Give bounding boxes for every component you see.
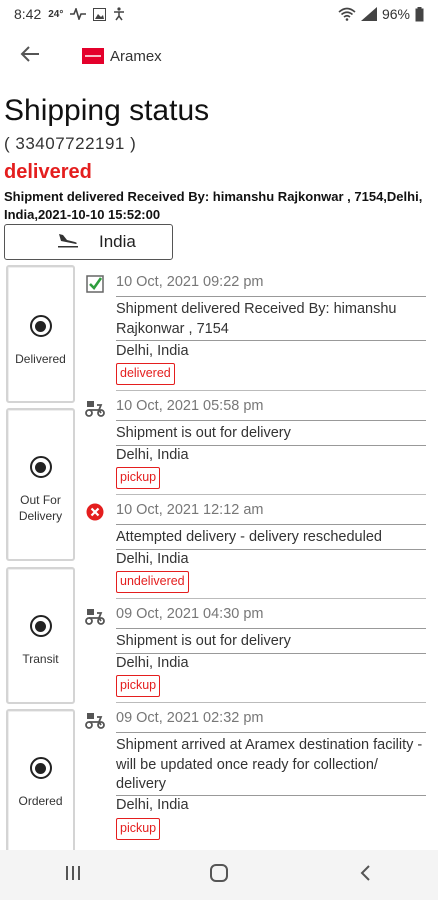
wifi-icon	[338, 7, 356, 21]
status-detail: Shipment delivered Received By: himanshu…	[4, 189, 423, 222]
back-button[interactable]	[8, 34, 52, 78]
event-location: Delhi, India	[116, 343, 189, 359]
error-x-icon	[84, 501, 106, 523]
event-description: Attempted delivery - delivery reschedule…	[116, 529, 382, 545]
battery-percent: 96%	[381, 6, 410, 22]
divider	[116, 653, 426, 654]
gallery-icon	[93, 7, 107, 21]
radio-icon	[29, 456, 52, 478]
step-label: Out For Delivery	[18, 493, 63, 523]
airplane-landing-icon	[57, 232, 79, 253]
destination-button[interactable]: India	[4, 224, 173, 260]
home-icon	[209, 863, 229, 888]
divider	[116, 702, 426, 703]
step-label: Ordered	[18, 794, 63, 808]
event-description: Shipment arrived at Aramex destination f…	[116, 737, 423, 792]
event-location: Delhi, India	[116, 551, 189, 567]
radio-icon	[29, 757, 52, 779]
step-delivered[interactable]: Delivered	[6, 265, 75, 403]
event-location: Delhi, India	[116, 655, 189, 671]
app-name: Aramex	[110, 47, 162, 65]
delivery-scooter-icon	[84, 397, 106, 419]
event-date: 10 Oct, 2021 09:22 pm	[116, 274, 264, 290]
radio-icon	[29, 615, 52, 637]
divider	[116, 390, 426, 391]
chevron-left-icon	[359, 864, 371, 887]
divider	[116, 732, 426, 733]
home-button[interactable]	[189, 855, 249, 895]
delivery-scooter-icon	[84, 605, 106, 627]
arrow-left-icon	[20, 45, 40, 68]
signal-icon	[360, 7, 377, 21]
recent-apps-icon	[64, 865, 82, 886]
divider	[116, 524, 426, 525]
divider	[116, 420, 426, 421]
event-description: Shipment delivered Received By: himanshu…	[116, 301, 397, 337]
event-date: 09 Oct, 2021 04:30 pm	[116, 606, 264, 622]
event-date: 09 Oct, 2021 02:32 pm	[116, 710, 264, 726]
status-bar: 8:42 24° 96%	[0, 0, 438, 28]
event-date: 10 Oct, 2021 12:12 am	[116, 502, 264, 518]
divider	[116, 795, 426, 796]
step-out-for-delivery[interactable]: Out For Delivery	[6, 408, 75, 561]
pulse-icon	[70, 8, 87, 20]
recent-apps-button[interactable]	[43, 855, 103, 895]
divider	[116, 628, 426, 629]
step-label: Delivered	[15, 352, 66, 366]
event-location: Delhi, India	[116, 797, 189, 813]
accessibility-icon	[113, 7, 125, 21]
event-tag: pickup	[116, 675, 161, 697]
divider	[116, 296, 426, 297]
temperature: 24°	[48, 8, 64, 20]
event-description: Shipment is out for delivery	[116, 425, 291, 441]
divider	[116, 445, 426, 446]
aramex-logo	[82, 48, 104, 64]
event-location: Delhi, India	[116, 447, 189, 463]
divider	[116, 494, 426, 495]
system-nav-bar	[0, 850, 438, 900]
event-tag: pickup	[116, 467, 161, 489]
tracking-number: ( 33407722191 )	[4, 134, 137, 153]
event-tag: pickup	[116, 818, 161, 840]
clock: 8:42	[14, 6, 42, 22]
event-tag: delivered	[116, 363, 175, 385]
divider	[116, 549, 426, 550]
divider	[116, 598, 426, 599]
step-transit[interactable]: Transit	[6, 567, 75, 704]
delivery-scooter-icon	[84, 709, 106, 731]
event-tag: undelivered	[116, 571, 189, 593]
step-label: Transit	[22, 652, 59, 666]
shipment-status: delivered	[4, 161, 92, 183]
divider	[116, 340, 426, 341]
battery-icon	[415, 6, 424, 22]
app-bar: Aramex	[0, 28, 438, 84]
radio-icon	[29, 315, 52, 337]
checkbox-checked-icon	[84, 273, 106, 295]
page-title: Shipping status	[4, 94, 210, 127]
event-description: Shipment is out for delivery	[116, 633, 291, 649]
system-back-button[interactable]	[335, 855, 395, 895]
step-ordered[interactable]: Ordered	[6, 709, 75, 859]
destination-country: India	[99, 232, 136, 251]
event-date: 10 Oct, 2021 05:58 pm	[116, 398, 264, 414]
